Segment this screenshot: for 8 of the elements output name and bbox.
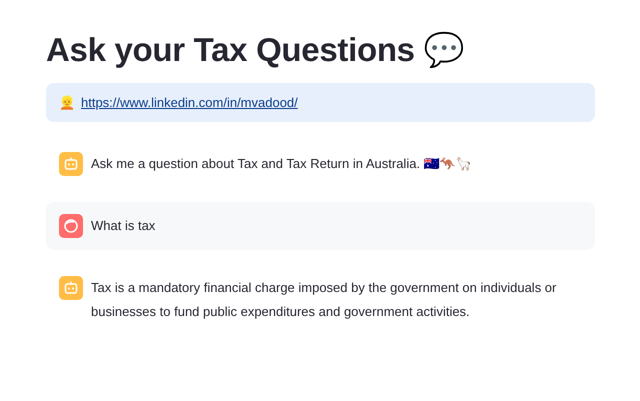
profile-link[interactable]: https://www.linkedin.com/in/mvadood/ [81,95,298,110]
person-emoji: 👱 [59,95,75,110]
message-text: Tax is a mandatory financial charge imposed by the government on individuals or businesses to fund public expenditures and government activities. [91,279,558,321]
robot-icon [59,276,83,300]
robot-icon [59,152,83,176]
message-text: Ask me a question about Tax and Tax Return in Australia. 🇦🇺🦘🦙 [91,155,472,173]
page-title: Ask your Tax Questions 💬 [46,30,466,69]
message-text: What is tax [91,217,156,235]
